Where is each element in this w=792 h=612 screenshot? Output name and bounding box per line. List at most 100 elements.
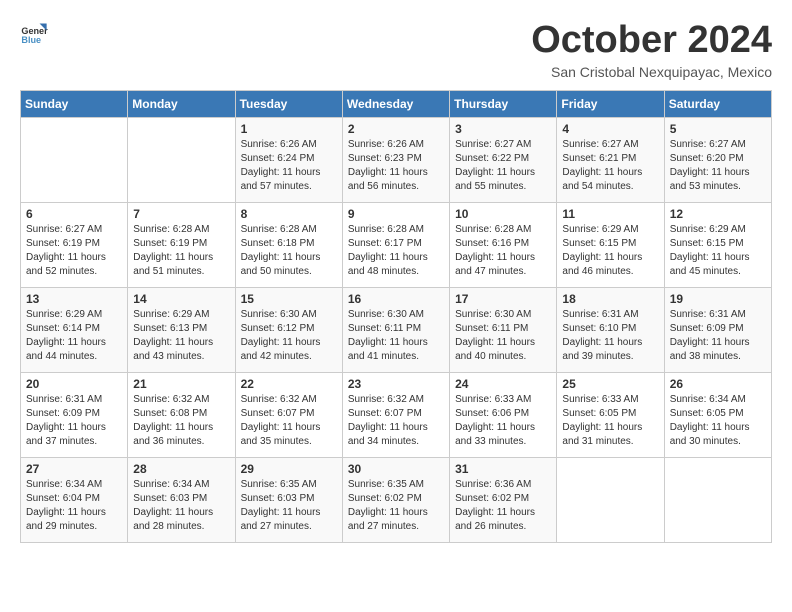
- day-cell: 30 Sunrise: 6:35 AMSunset: 6:02 PMDayligh…: [342, 457, 449, 542]
- day-number: 18: [562, 292, 658, 306]
- day-info: Sunrise: 6:33 AMSunset: 6:06 PMDaylight:…: [455, 393, 551, 449]
- day-number: 22: [241, 377, 337, 391]
- day-number: 11: [562, 207, 658, 221]
- day-number: 29: [241, 462, 337, 476]
- day-info: Sunrise: 6:27 AMSunset: 6:20 PMDaylight:…: [670, 138, 766, 194]
- day-number: 26: [670, 377, 766, 391]
- week-row-5: 27 Sunrise: 6:34 AMSunset: 6:04 PMDayligh…: [21, 457, 772, 542]
- day-info: Sunrise: 6:29 AMSunset: 6:15 PMDaylight:…: [562, 223, 658, 279]
- day-info: Sunrise: 6:28 AMSunset: 6:17 PMDaylight:…: [348, 223, 444, 279]
- day-number: 30: [348, 462, 444, 476]
- day-number: 13: [26, 292, 122, 306]
- day-number: 31: [455, 462, 551, 476]
- day-cell: 5 Sunrise: 6:27 AMSunset: 6:20 PMDaylight…: [664, 117, 771, 202]
- week-row-3: 13 Sunrise: 6:29 AMSunset: 6:14 PMDayligh…: [21, 287, 772, 372]
- day-info: Sunrise: 6:27 AMSunset: 6:19 PMDaylight:…: [26, 223, 122, 279]
- day-info: Sunrise: 6:34 AMSunset: 6:04 PMDaylight:…: [26, 478, 122, 534]
- day-number: 25: [562, 377, 658, 391]
- day-cell: [557, 457, 664, 542]
- day-cell: 13 Sunrise: 6:29 AMSunset: 6:14 PMDayligh…: [21, 287, 128, 372]
- day-cell: 24Sunrise: 6:33 AMSunset: 6:06 PMDayligh…: [450, 372, 557, 457]
- day-cell: 25 Sunrise: 6:33 AMSunset: 6:05 PMDayligh…: [557, 372, 664, 457]
- column-header-sunday: Sunday: [21, 90, 128, 117]
- day-info: Sunrise: 6:35 AMSunset: 6:03 PMDaylight:…: [241, 478, 337, 534]
- day-info: Sunrise: 6:26 AMSunset: 6:23 PMDaylight:…: [348, 138, 444, 194]
- day-info: Sunrise: 6:32 AMSunset: 6:07 PMDaylight:…: [241, 393, 337, 449]
- column-header-saturday: Saturday: [664, 90, 771, 117]
- day-info: Sunrise: 6:34 AMSunset: 6:05 PMDaylight:…: [670, 393, 766, 449]
- day-cell: 8Sunrise: 6:28 AMSunset: 6:18 PMDaylight…: [235, 202, 342, 287]
- day-info: Sunrise: 6:34 AMSunset: 6:03 PMDaylight:…: [133, 478, 229, 534]
- day-info: Sunrise: 6:29 AMSunset: 6:13 PMDaylight:…: [133, 308, 229, 364]
- day-number: 6: [26, 207, 122, 221]
- day-number: 19: [670, 292, 766, 306]
- column-header-wednesday: Wednesday: [342, 90, 449, 117]
- column-header-monday: Monday: [128, 90, 235, 117]
- day-number: 2: [348, 122, 444, 136]
- day-cell: 16 Sunrise: 6:30 AMSunset: 6:11 PMDayligh…: [342, 287, 449, 372]
- day-number: 7: [133, 207, 229, 221]
- day-info: Sunrise: 6:26 AMSunset: 6:24 PMDaylight:…: [241, 138, 337, 194]
- day-cell: 6 Sunrise: 6:27 AMSunset: 6:19 PMDaylight…: [21, 202, 128, 287]
- day-cell: 7 Sunrise: 6:28 AMSunset: 6:19 PMDaylight…: [128, 202, 235, 287]
- day-info: Sunrise: 6:33 AMSunset: 6:05 PMDaylight:…: [562, 393, 658, 449]
- day-number: 4: [562, 122, 658, 136]
- day-cell: [664, 457, 771, 542]
- page-header: General Blue October 2024 San Cristobal …: [20, 20, 772, 80]
- day-number: 27: [26, 462, 122, 476]
- header-row: SundayMondayTuesdayWednesdayThursdayFrid…: [21, 90, 772, 117]
- day-info: Sunrise: 6:27 AMSunset: 6:21 PMDaylight:…: [562, 138, 658, 194]
- day-number: 5: [670, 122, 766, 136]
- svg-text:Blue: Blue: [21, 35, 41, 45]
- day-number: 21: [133, 377, 229, 391]
- day-number: 10: [455, 207, 551, 221]
- day-info: Sunrise: 6:30 AMSunset: 6:11 PMDaylight:…: [348, 308, 444, 364]
- day-cell: [21, 117, 128, 202]
- day-info: Sunrise: 6:27 AMSunset: 6:22 PMDaylight:…: [455, 138, 551, 194]
- day-info: Sunrise: 6:28 AMSunset: 6:19 PMDaylight:…: [133, 223, 229, 279]
- day-info: Sunrise: 6:29 AMSunset: 6:14 PMDaylight:…: [26, 308, 122, 364]
- day-info: Sunrise: 6:35 AMSunset: 6:02 PMDaylight:…: [348, 478, 444, 534]
- day-cell: 23Sunrise: 6:32 AMSunset: 6:07 PMDayligh…: [342, 372, 449, 457]
- title-block: October 2024 San Cristobal Nexquipayac, …: [531, 20, 772, 80]
- calendar-table: SundayMondayTuesdayWednesdayThursdayFrid…: [20, 90, 772, 543]
- day-number: 16: [348, 292, 444, 306]
- day-number: 17: [455, 292, 551, 306]
- day-cell: 10 Sunrise: 6:28 AMSunset: 6:16 PMDayligh…: [450, 202, 557, 287]
- logo: General Blue: [20, 20, 48, 48]
- day-cell: 1Sunrise: 6:26 AMSunset: 6:24 PMDaylight…: [235, 117, 342, 202]
- day-cell: 31 Sunrise: 6:36 AMSunset: 6:02 PMDayligh…: [450, 457, 557, 542]
- column-header-friday: Friday: [557, 90, 664, 117]
- logo-icon: General Blue: [20, 20, 48, 48]
- week-row-1: 1Sunrise: 6:26 AMSunset: 6:24 PMDaylight…: [21, 117, 772, 202]
- day-number: 3: [455, 122, 551, 136]
- week-row-4: 20Sunrise: 6:31 AMSunset: 6:09 PMDayligh…: [21, 372, 772, 457]
- day-cell: 2 Sunrise: 6:26 AMSunset: 6:23 PMDaylight…: [342, 117, 449, 202]
- week-row-2: 6 Sunrise: 6:27 AMSunset: 6:19 PMDaylight…: [21, 202, 772, 287]
- day-cell: 22 Sunrise: 6:32 AMSunset: 6:07 PMDayligh…: [235, 372, 342, 457]
- day-info: Sunrise: 6:30 AMSunset: 6:12 PMDaylight:…: [241, 308, 337, 364]
- day-number: 9: [348, 207, 444, 221]
- month-title: October 2024: [531, 20, 772, 62]
- day-info: Sunrise: 6:29 AMSunset: 6:15 PMDaylight:…: [670, 223, 766, 279]
- day-info: Sunrise: 6:32 AMSunset: 6:08 PMDaylight:…: [133, 393, 229, 449]
- location-subtitle: San Cristobal Nexquipayac, Mexico: [531, 64, 772, 80]
- day-cell: 3 Sunrise: 6:27 AMSunset: 6:22 PMDaylight…: [450, 117, 557, 202]
- day-cell: 11 Sunrise: 6:29 AMSunset: 6:15 PMDayligh…: [557, 202, 664, 287]
- day-cell: 21 Sunrise: 6:32 AMSunset: 6:08 PMDayligh…: [128, 372, 235, 457]
- day-cell: 26 Sunrise: 6:34 AMSunset: 6:05 PMDayligh…: [664, 372, 771, 457]
- day-number: 14: [133, 292, 229, 306]
- day-info: Sunrise: 6:31 AMSunset: 6:09 PMDaylight:…: [26, 393, 122, 449]
- day-cell: 14 Sunrise: 6:29 AMSunset: 6:13 PMDayligh…: [128, 287, 235, 372]
- day-info: Sunrise: 6:28 AMSunset: 6:16 PMDaylight:…: [455, 223, 551, 279]
- day-cell: 28Sunrise: 6:34 AMSunset: 6:03 PMDayligh…: [128, 457, 235, 542]
- day-number: 8: [241, 207, 337, 221]
- day-info: Sunrise: 6:36 AMSunset: 6:02 PMDaylight:…: [455, 478, 551, 534]
- day-cell: 4 Sunrise: 6:27 AMSunset: 6:21 PMDaylight…: [557, 117, 664, 202]
- day-cell: 15 Sunrise: 6:30 AMSunset: 6:12 PMDayligh…: [235, 287, 342, 372]
- day-number: 15: [241, 292, 337, 306]
- day-cell: 27 Sunrise: 6:34 AMSunset: 6:04 PMDayligh…: [21, 457, 128, 542]
- day-number: 23: [348, 377, 444, 391]
- day-number: 12: [670, 207, 766, 221]
- day-cell: 12 Sunrise: 6:29 AMSunset: 6:15 PMDayligh…: [664, 202, 771, 287]
